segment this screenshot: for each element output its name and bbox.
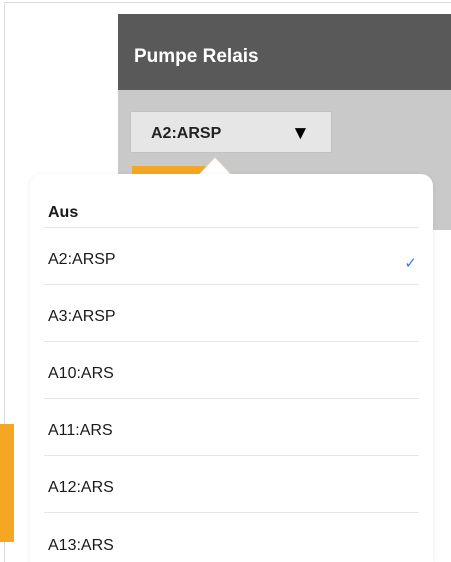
relay-select[interactable]: A2:ARSP ▼ xyxy=(130,111,332,153)
option-label: Aus xyxy=(48,204,79,221)
option-label: A13:ARS xyxy=(48,537,114,554)
dropdown-option[interactable]: A11:ARS xyxy=(44,399,419,456)
dropdown-option[interactable]: A12:ARS xyxy=(44,456,419,513)
relay-select-value: A2:ARSP xyxy=(151,125,222,142)
option-label: A2:ARSP xyxy=(48,251,116,268)
option-label: A10:ARS xyxy=(48,365,114,382)
chevron-down-icon: ▼ xyxy=(291,123,310,144)
dropdown-option[interactable]: A2:ARSP ✓ xyxy=(44,228,419,285)
option-label: A11:ARS xyxy=(48,422,113,439)
checkmark-icon: ✓ xyxy=(404,255,417,272)
panel-header: Pumpe Relais xyxy=(118,14,451,90)
side-accent-bar xyxy=(0,424,14,542)
dropdown-option[interactable]: A3:ARSP xyxy=(44,285,419,342)
dropdown-option-aus[interactable]: Aus xyxy=(44,174,419,228)
dropdown-option[interactable]: A13:ARS xyxy=(44,513,419,562)
panel-title: Pumpe Relais xyxy=(134,46,259,67)
relay-options-popover: Aus A2:ARSP ✓ A3:ARSP A10:ARS A11:ARS A1… xyxy=(30,174,433,562)
dropdown-option[interactable]: A10:ARS xyxy=(44,342,419,399)
popover-arrow xyxy=(199,158,231,175)
option-label: A12:ARS xyxy=(48,479,114,496)
option-label: A3:ARSP xyxy=(48,308,116,325)
